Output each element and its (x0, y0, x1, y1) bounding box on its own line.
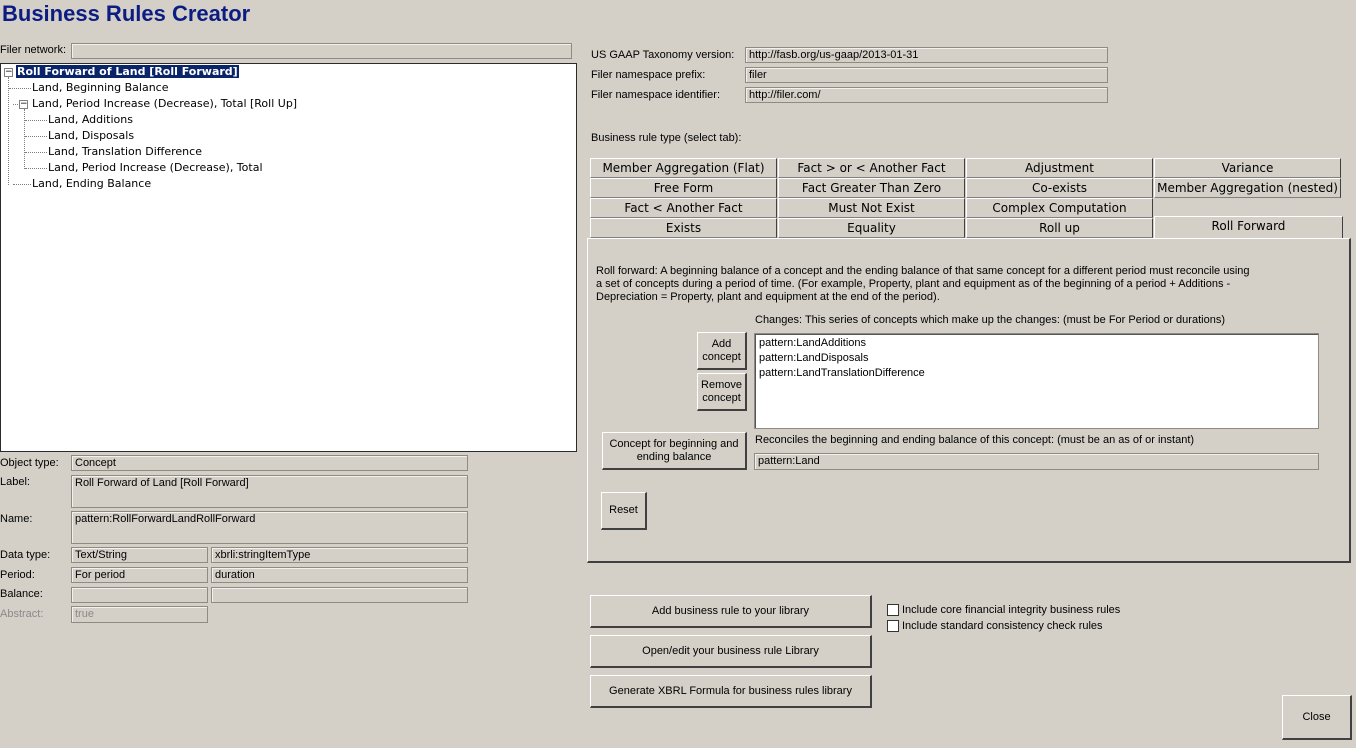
object-type-field[interactable]: Concept (71, 455, 468, 471)
filer-network-field[interactable] (71, 43, 572, 59)
add-business-rule-button[interactable]: Add business rule to your library (590, 595, 872, 628)
tab-fact-lt-another-fact[interactable]: Fact < Another Fact (590, 198, 777, 218)
concept-tree[interactable]: − − Roll Forward of Land [Roll Forward] … (0, 63, 577, 452)
tree-node-land-translation-difference[interactable]: Land, Translation Difference (48, 144, 202, 160)
tab-exists[interactable]: Exists (590, 218, 777, 238)
collapse-icon[interactable]: − (19, 100, 28, 109)
tree-node-land-disposals[interactable]: Land, Disposals (48, 128, 134, 144)
app-title: Business Rules Creator (2, 1, 251, 26)
tab-complex-computation[interactable]: Complex Computation (966, 198, 1153, 218)
tab-variance[interactable]: Variance (1154, 158, 1341, 178)
tree-node-land-period-increase-roll-up[interactable]: Land, Period Increase (Decrease), Total … (32, 96, 297, 112)
rule-type-label: Business rule type (select tab): (591, 132, 742, 144)
name-label: Name: (0, 513, 33, 525)
tree-node-land-ending-balance[interactable]: Land, Ending Balance (32, 176, 151, 192)
taxonomy-version-label: US GAAP Taxonomy version: (591, 49, 735, 61)
standard-rules-checkbox[interactable] (887, 620, 899, 632)
period-field[interactable]: For period (71, 567, 208, 583)
tab-free-form[interactable]: Free Form (590, 178, 777, 198)
collapse-icon[interactable]: − (4, 68, 13, 77)
list-item[interactable]: pattern:LandAdditions (759, 336, 1314, 351)
taxonomy-version-field[interactable]: http://fasb.org/us-gaap/2013-01-31 (745, 47, 1108, 63)
balance-type-field[interactable] (211, 587, 468, 603)
reset-button[interactable]: Reset (601, 492, 647, 530)
balance-field[interactable] (71, 587, 208, 603)
object-type-label: Object type: (0, 457, 59, 469)
changes-list[interactable]: pattern:LandAdditions pattern:LandDispos… (754, 333, 1319, 429)
tab-member-aggregation-nested[interactable]: Member Aggregation (nested) (1154, 178, 1341, 198)
namespace-prefix-field[interactable]: filer (745, 67, 1108, 83)
abstract-label: Abstract: (0, 608, 44, 620)
tab-equality[interactable]: Equality (778, 218, 965, 238)
tree-node-roll-forward-of-land[interactable]: Roll Forward of Land [Roll Forward] (15, 64, 240, 80)
name-field[interactable]: pattern:RollForwardLandRollForward (71, 511, 468, 544)
close-button[interactable]: Close (1282, 695, 1352, 740)
balance-label: Balance: (0, 588, 43, 600)
concept-beginning-ending-button[interactable]: Concept for beginning and ending balance (602, 432, 747, 470)
tab-must-not-exist[interactable]: Must Not Exist (778, 198, 965, 218)
filer-network-label: Filer network: (0, 44, 67, 56)
tab-fact-gt-lt[interactable]: Fact > or < Another Fact (778, 158, 965, 178)
tab-member-aggregation-flat[interactable]: Member Aggregation (Flat) (590, 158, 777, 178)
abstract-field: true (71, 606, 208, 623)
tab-adjustment[interactable]: Adjustment (966, 158, 1153, 178)
period-label: Period: (0, 569, 35, 581)
core-rules-label: Include core financial integrity busines… (902, 604, 1121, 616)
list-item[interactable]: pattern:LandDisposals (759, 351, 1314, 366)
reconciles-label: Reconciles the beginning and ending bala… (755, 434, 1195, 446)
changes-label: Changes: This series of concepts which m… (755, 314, 1225, 326)
roll-forward-description: Roll forward: A beginning balance of a c… (596, 265, 1250, 303)
data-type-xbrl-field[interactable]: xbrli:stringItemType (211, 547, 468, 563)
tab-roll-up[interactable]: Roll up (966, 218, 1153, 238)
list-item[interactable]: pattern:LandTranslationDifference (759, 366, 1314, 381)
tab-co-exists[interactable]: Co-exists (966, 178, 1153, 198)
open-library-button[interactable]: Open/edit your business rule Library (590, 635, 872, 668)
tree-node-land-additions[interactable]: Land, Additions (48, 112, 133, 128)
reconciles-field[interactable]: pattern:Land (754, 453, 1319, 470)
data-type-label: Data type: (0, 549, 51, 561)
namespace-identifier-label: Filer namespace identifier: (591, 89, 721, 101)
core-rules-checkbox[interactable] (887, 604, 899, 616)
remove-concept-button[interactable]: Remove concept (697, 373, 747, 411)
data-type-field[interactable]: Text/String (71, 547, 208, 563)
label-field[interactable]: Roll Forward of Land [Roll Forward] (71, 475, 468, 508)
period-type-field[interactable]: duration (211, 567, 468, 583)
tab-fact-greater-than-zero[interactable]: Fact Greater Than Zero (778, 178, 965, 198)
label-label: Label: (0, 476, 30, 488)
standard-rules-label: Include standard consistency check rules (902, 620, 1103, 632)
tree-node-land-period-increase-total[interactable]: Land, Period Increase (Decrease), Total (48, 160, 263, 176)
tab-roll-forward[interactable]: Roll Forward (1154, 216, 1343, 238)
namespace-identifier-field[interactable]: http://filer.com/ (745, 87, 1108, 103)
generate-xbrl-formula-button[interactable]: Generate XBRL Formula for business rules… (590, 675, 872, 708)
tree-node-land-beginning-balance[interactable]: Land, Beginning Balance (32, 80, 169, 96)
add-concept-button[interactable]: Add concept (697, 332, 747, 370)
namespace-prefix-label: Filer namespace prefix: (591, 69, 706, 81)
